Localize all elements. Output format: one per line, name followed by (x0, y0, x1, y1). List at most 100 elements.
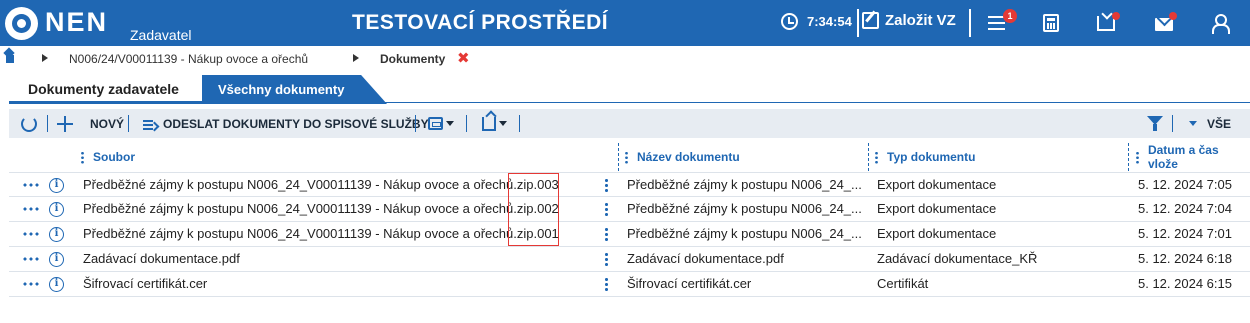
logo-icon (5, 7, 38, 40)
column-header-file[interactable]: Soubor (81, 143, 135, 171)
breadcrumb-item-tender[interactable]: N006/24/V00011139 - Nákup ovoce a ořechů (69, 52, 308, 66)
chevron-down-icon (1189, 121, 1197, 126)
inserted-date: 5. 12. 2024 7:04 (1138, 201, 1232, 216)
divider (466, 115, 467, 132)
edit-icon (862, 12, 879, 29)
document-type: Zadávací dokumentace_KŘ (877, 251, 1038, 266)
mail-icon[interactable] (1155, 18, 1173, 31)
row-menu-icon[interactable] (605, 252, 608, 266)
column-separator[interactable] (1128, 143, 1129, 171)
print-button[interactable] (428, 109, 454, 138)
chevron-right-icon (42, 54, 48, 62)
highlight-box (508, 173, 559, 246)
calculator-icon[interactable] (1043, 14, 1059, 32)
table-row[interactable]: i Předběžné zájmy k postupu N006_24_V000… (9, 172, 1250, 197)
column-menu-icon[interactable] (625, 150, 628, 164)
refresh-button[interactable] (21, 109, 37, 138)
print-icon (428, 117, 443, 130)
chevron-right-icon (353, 54, 359, 62)
info-icon[interactable]: i (49, 202, 64, 217)
create-tender-button[interactable]: Založit VZ (862, 12, 956, 29)
tab-bar: Dokumenty zadavatele Všechny dokumenty (0, 72, 1250, 104)
top-bar: NEN Zadavatel TESTOVACÍ PROSTŘEDÍ 7:34:5… (0, 0, 1250, 46)
document-name: Předběžné zájmy k postupu N006_24_... (627, 226, 862, 241)
file-link[interactable]: Zadávací dokumentace.pdf (83, 247, 583, 271)
tab-all-documents[interactable]: Všechny dokumenty (202, 75, 387, 104)
clock-time: 7:34:54 (807, 14, 852, 29)
row-menu-icon[interactable] (605, 202, 608, 216)
breadcrumb-item-documents: Dokumenty (380, 52, 446, 66)
row-menu-icon[interactable] (605, 227, 608, 241)
view-all-label: VŠE (1207, 116, 1232, 131)
send-icon (143, 117, 157, 131)
more-icon[interactable] (22, 207, 40, 211)
close-icon[interactable]: ✖ (457, 49, 470, 67)
environment-title: TESTOVACÍ PROSTŘEDÍ (352, 11, 609, 34)
refresh-icon (21, 115, 37, 132)
inserted-date: 5. 12. 2024 7:05 (1138, 177, 1232, 192)
column-header-date[interactable]: Datum a čas vlože (1136, 143, 1250, 171)
document-name: Předběžné zájmy k postupu N006_24_... (627, 201, 862, 216)
more-icon[interactable] (22, 232, 40, 236)
table-row[interactable]: i Šifrovací certifikát.cer Šifrovací cer… (9, 272, 1250, 297)
table-row[interactable]: i Předběžné zájmy k postupu N006_24_V000… (9, 197, 1250, 222)
logo-text: NEN (45, 7, 109, 37)
column-menu-icon[interactable] (875, 150, 878, 164)
column-separator[interactable] (618, 143, 619, 171)
tray-alert-dot (1112, 12, 1120, 20)
new-button-label: NOVÝ (90, 116, 125, 131)
toolbar: NOVÝ ODESLAT DOKUMENTY DO SPISOVÉ SLUŽBY… (9, 109, 1250, 138)
chevron-down-icon (499, 121, 507, 126)
export-button[interactable] (482, 109, 507, 138)
inserted-date: 5. 12. 2024 6:15 (1138, 276, 1232, 291)
table-body: i Předběžné zájmy k postupu N006_24_V000… (9, 172, 1250, 297)
divider (969, 9, 971, 37)
info-icon[interactable]: i (49, 277, 64, 292)
new-button[interactable]: NOVÝ (57, 109, 124, 138)
info-icon[interactable]: i (49, 178, 64, 193)
document-name: Předběžné zájmy k postupu N006_24_... (627, 177, 862, 192)
divider (1172, 115, 1173, 132)
file-link[interactable]: Šifrovací certifikát.cer (83, 272, 583, 296)
inserted-date: 5. 12. 2024 6:18 (1138, 251, 1232, 266)
plus-icon (57, 115, 73, 132)
document-type: Export dokumentace (877, 177, 997, 192)
divider (519, 115, 520, 132)
home-icon[interactable] (4, 53, 16, 64)
column-header-document-type[interactable]: Typ dokumentu (875, 143, 975, 171)
breadcrumb: N006/24/V00011139 - Nákup ovoce a ořechů… (0, 46, 1250, 72)
row-menu-icon[interactable] (605, 178, 608, 192)
create-tender-label: Založit VZ (885, 12, 956, 29)
divider (415, 115, 416, 132)
info-icon[interactable]: i (49, 227, 64, 242)
column-menu-icon[interactable] (1136, 150, 1139, 164)
session-clock: 7:34:54 (781, 13, 852, 30)
table-row[interactable]: i Předběžné zájmy k postupu N006_24_V000… (9, 222, 1250, 247)
info-icon[interactable]: i (49, 252, 64, 267)
divider (47, 115, 48, 132)
send-to-records-label: ODESLAT DOKUMENTY DO SPISOVÉ SLUŽBY (163, 116, 429, 131)
more-icon[interactable] (22, 257, 40, 261)
document-name: Zadávací dokumentace.pdf (627, 251, 784, 266)
filter-icon (1147, 115, 1163, 132)
chevron-down-icon (446, 121, 454, 126)
logo-subtitle: Zadavatel (130, 27, 192, 43)
table-header: Soubor Název dokumentu Typ dokumentu Dat… (9, 143, 1250, 171)
logo[interactable]: NEN (5, 7, 108, 40)
row-menu-icon[interactable] (605, 277, 608, 291)
more-icon[interactable] (22, 282, 40, 286)
column-separator[interactable] (868, 143, 869, 171)
send-to-records-button[interactable]: ODESLAT DOKUMENTY DO SPISOVÉ SLUŽBY (143, 109, 429, 138)
document-type: Certifikát (877, 276, 929, 291)
document-name: Šifrovací certifikát.cer (627, 276, 752, 291)
user-icon[interactable] (1212, 14, 1230, 34)
tab-contracting-authority-documents[interactable]: Dokumenty zadavatele (9, 75, 205, 104)
filter-button[interactable] (1147, 109, 1163, 138)
divider (857, 9, 859, 37)
tab-underline (9, 102, 1250, 103)
column-header-document-name[interactable]: Název dokumentu (625, 143, 740, 171)
more-icon[interactable] (22, 183, 40, 187)
view-all-dropdown[interactable]: VŠE (1186, 109, 1231, 138)
table-row[interactable]: i Zadávací dokumentace.pdf Zadávací doku… (9, 247, 1250, 272)
column-menu-icon[interactable] (81, 150, 84, 164)
